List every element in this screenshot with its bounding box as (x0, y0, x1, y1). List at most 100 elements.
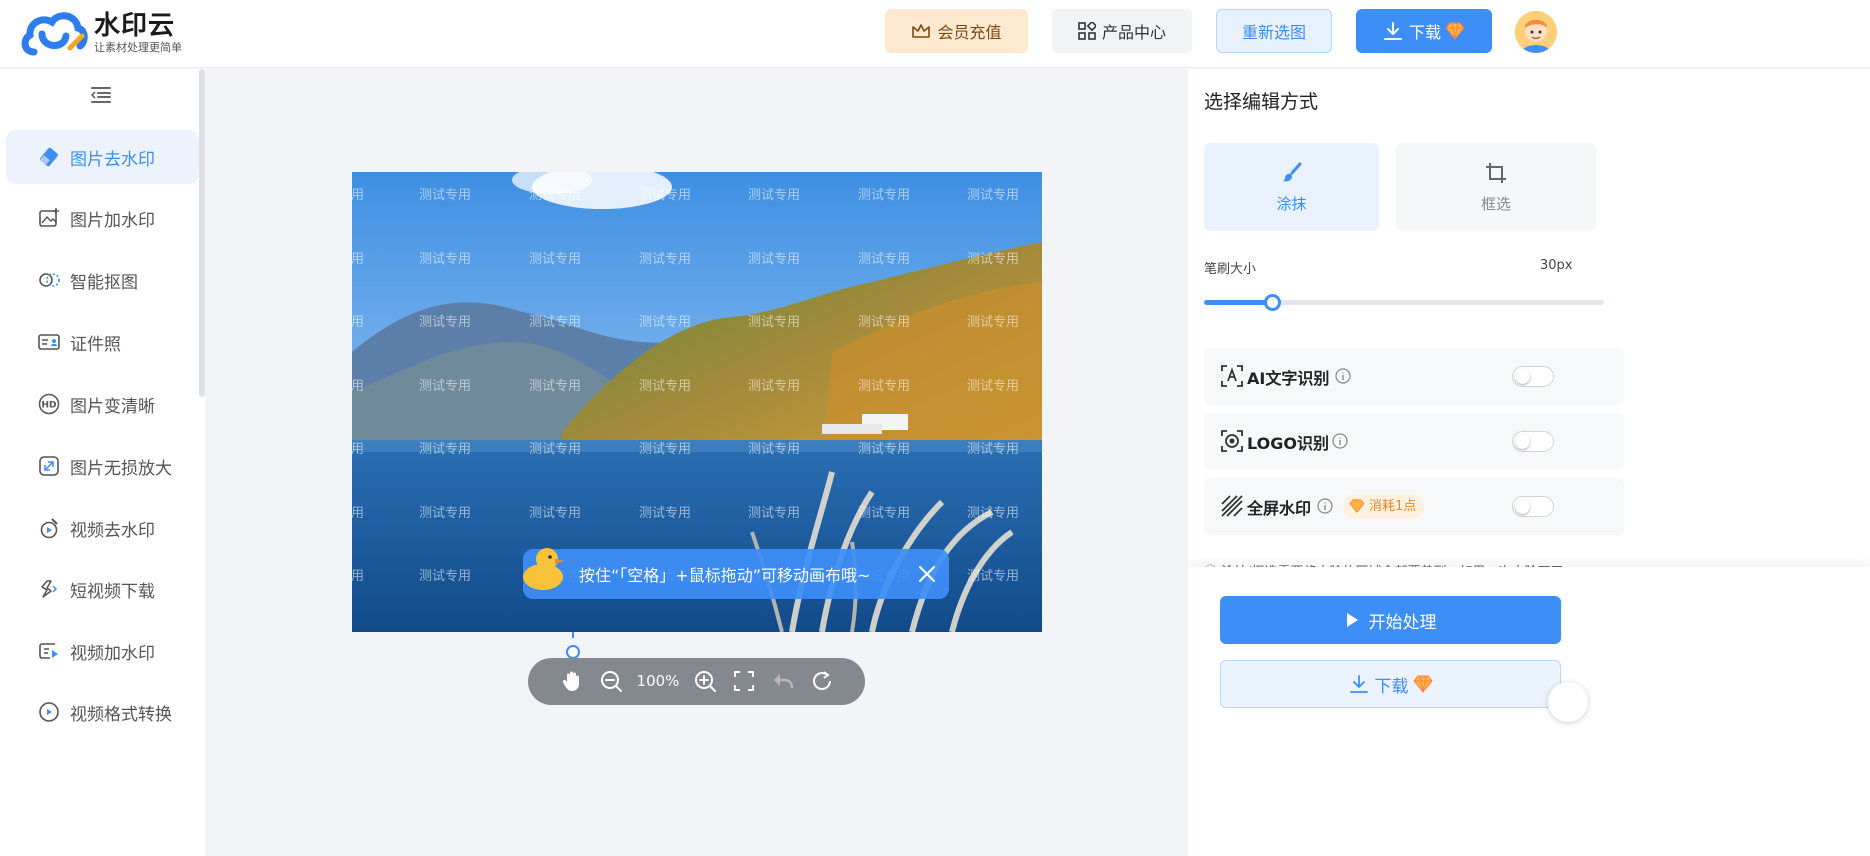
watermark-text: 测试专用 (529, 506, 582, 521)
download-button[interactable]: 下载 (1356, 9, 1492, 53)
zoom-level: 100% (636, 672, 680, 690)
app-slogan: 让素材处理更简单 (94, 41, 182, 54)
watermark-text: 测试专用 (352, 506, 365, 521)
reselect-image-button[interactable]: 重新选图 (1216, 9, 1332, 53)
mode-brush-button[interactable]: 涂抹 (1204, 143, 1379, 231)
cutout-icon (39, 273, 60, 287)
watermark-text: 测试专用 (529, 252, 582, 267)
product-center-label: 产品中心 (1101, 23, 1166, 42)
sidebar-item-label: 证件照 (70, 334, 121, 355)
cloud-logo-icon (21, 12, 88, 56)
watermark-text: 测试专用 (419, 569, 472, 584)
sidebar-item-image-add-watermark[interactable]: 图片加水印 (6, 191, 199, 245)
sidebar-item-video-format-convert[interactable]: 视频格式转换 (6, 685, 199, 739)
eraser-icon (40, 147, 58, 167)
panel-download-label: 下载 (1374, 676, 1409, 697)
option-ai-text-recognition: AI文字识别 (1204, 348, 1624, 405)
zoom-out-icon[interactable] (599, 669, 623, 693)
option-label: LOGO识别 (1247, 434, 1329, 453)
editor-canvas[interactable]: 测试专用测试专用测试专用测试专用测试专用测试专用测试专用测试专用测试专用测试专用… (205, 69, 1188, 856)
hand-pan-icon[interactable] (560, 669, 584, 693)
member-recharge-label: 会员充值 (937, 23, 1002, 42)
collapse-menu-icon[interactable] (90, 85, 112, 105)
watermark-text: 测试专用 (352, 315, 365, 330)
fullscreen-watermark-toggle[interactable] (1512, 496, 1554, 517)
watermark-text: 测试专用 (748, 252, 801, 267)
mode-box-select-button[interactable]: 框选 (1396, 143, 1596, 231)
sidebar-item-label: 视频格式转换 (70, 704, 172, 725)
ai-text-recognition-toggle[interactable] (1512, 366, 1554, 387)
canvas-toolbar: 100% (528, 658, 865, 705)
play-icon (1346, 613, 1358, 627)
start-process-button[interactable]: 开始处理 (1220, 596, 1561, 644)
canvas-drag-tip-text: 按住“「空格」+鼠标拖动”可移动画布哦~ (579, 566, 871, 585)
close-icon[interactable] (915, 562, 939, 586)
mode-box-select-label: 框选 (1480, 194, 1511, 213)
watermark-text: 测试专用 (967, 569, 1020, 584)
watermark-text: 测试专用 (748, 315, 801, 330)
mode-brush-label: 涂抹 (1276, 194, 1307, 213)
brush-size-slider-knob[interactable] (1264, 294, 1281, 311)
user-avatar[interactable] (1515, 11, 1557, 53)
watermark-text: 测试专用 (748, 442, 801, 457)
diamond-icon (1349, 499, 1365, 513)
reset-icon[interactable] (810, 669, 834, 693)
watermark-text: 测试专用 (967, 315, 1020, 330)
watermark-text: 测试专用 (858, 379, 911, 394)
sidebar-item-smart-cutout[interactable]: 智能抠图 (6, 253, 199, 307)
crop-icon (1486, 162, 1506, 183)
hatch-icon (1221, 495, 1243, 517)
panel-download-button[interactable]: 下载 (1220, 660, 1561, 708)
brush-size-value: 30px (1540, 258, 1573, 273)
info-icon[interactable] (1332, 433, 1348, 449)
link-icon (41, 580, 58, 598)
svg-text:HD: HD (41, 401, 56, 411)
sidebar-item-label: 视频加水印 (70, 643, 155, 664)
sidebar-item-image-upscale[interactable]: 图片无损放大 (6, 439, 199, 493)
option-label: 全屏水印 (1247, 499, 1312, 518)
logo-recognition-toggle[interactable] (1512, 431, 1554, 452)
watermark-text: 测试专用 (639, 379, 692, 394)
avatar-face-icon (1515, 11, 1557, 53)
undo-icon[interactable] (771, 669, 795, 693)
convert-icon (39, 702, 59, 722)
fit-screen-icon[interactable] (732, 669, 756, 693)
product-center-button[interactable]: 产品中心 (1052, 9, 1192, 53)
sidebar-item-image-remove-watermark[interactable]: 图片去水印 (6, 130, 199, 184)
option-logo-recognition: LOGO识别 (1204, 413, 1624, 470)
watermark-text: 测试专用 (419, 252, 472, 267)
watermark-text: 测试专用 (858, 506, 911, 521)
sidebar: 图片去水印 图片加水印 智能抠图 证件照 HD 图片变清晰 图片无损放大 视频去… (0, 69, 205, 856)
sidebar-item-video-remove-watermark[interactable]: 视频去水印 (6, 501, 199, 555)
sidebar-item-label: 图片加水印 (70, 210, 155, 231)
member-recharge-button[interactable]: 会员充值 (885, 9, 1028, 53)
info-icon[interactable] (1317, 498, 1333, 514)
watermark-text: 测试专用 (748, 188, 801, 203)
download-icon (1349, 675, 1368, 693)
sidebar-item-id-photo[interactable]: 证件照 (6, 315, 199, 369)
sidebar-item-video-add-watermark[interactable]: 视频加水印 (6, 624, 199, 678)
text-scan-icon (1221, 365, 1243, 387)
reselect-image-label: 重新选图 (1241, 23, 1306, 42)
info-icon[interactable] (1335, 368, 1351, 384)
id-card-icon (38, 334, 60, 350)
sidebar-item-image-enhance[interactable]: HD 图片变清晰 (6, 377, 199, 431)
floating-tools-button[interactable] (1548, 682, 1588, 722)
app-logo[interactable]: 水印云 让素材处理更简单 (20, 8, 182, 58)
canvas-drag-tip: 按住“「空格」+鼠标拖动”可移动画布哦~ (523, 548, 949, 599)
diamond-icon (1412, 675, 1433, 693)
image-add-icon (39, 208, 59, 227)
watermark-text: 测试专用 (419, 188, 472, 203)
rotate-handle[interactable] (566, 645, 580, 659)
option-label: AI文字识别 (1247, 369, 1330, 388)
watermark-text: 测试专用 (639, 506, 692, 521)
zoom-in-icon[interactable] (693, 669, 717, 693)
watermark-text: 测试专用 (352, 252, 365, 267)
brush-size-slider[interactable] (1204, 294, 1604, 311)
option-fullscreen-watermark: 全屏水印 消耗1点 (1204, 478, 1624, 535)
watermark-text: 测试专用 (639, 252, 692, 267)
watermark-text: 测试专用 (352, 379, 365, 394)
duck-mascot-icon (523, 548, 565, 590)
sidebar-item-short-video-download[interactable]: 短视频下载 (6, 562, 199, 616)
watermark-text: 测试专用 (967, 252, 1020, 267)
